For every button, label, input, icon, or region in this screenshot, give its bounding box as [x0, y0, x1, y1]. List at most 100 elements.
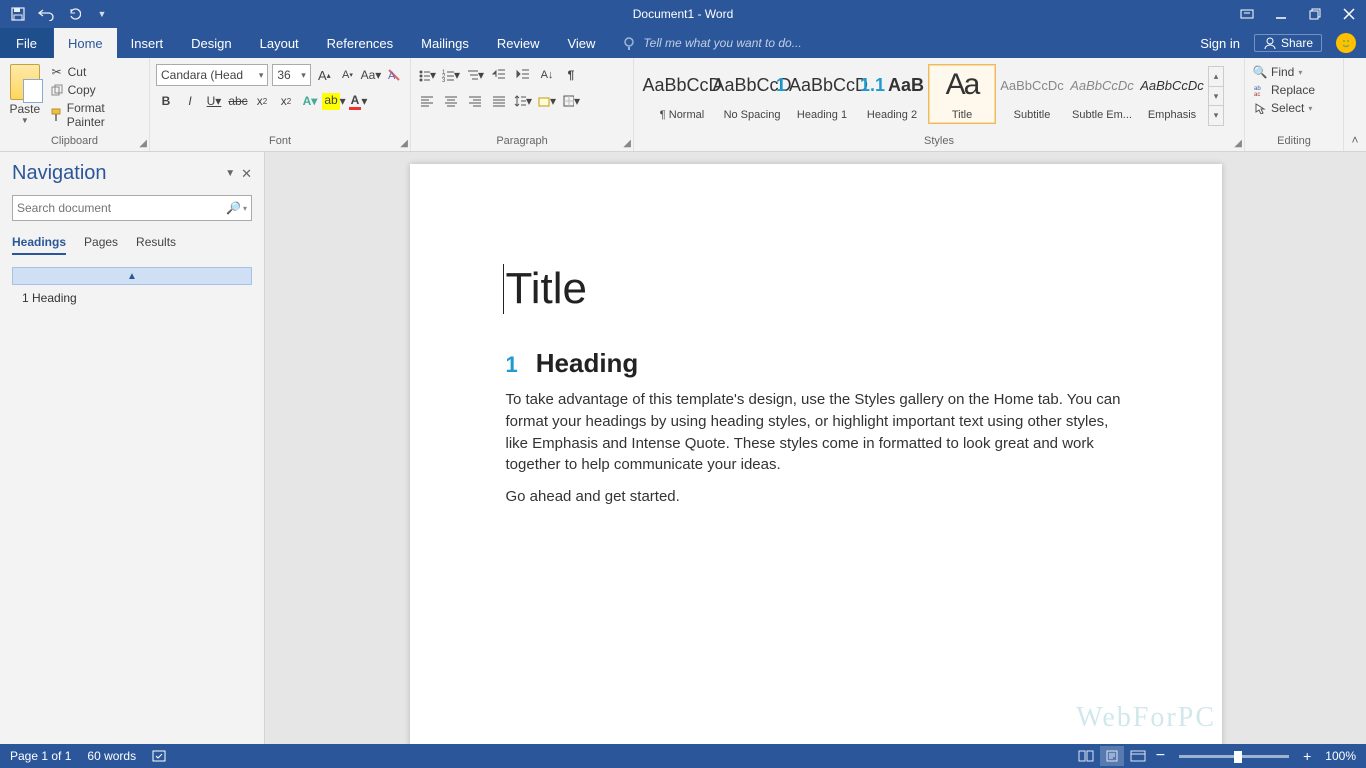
- style-emphasis[interactable]: AaBbCcDcEmphasis: [1138, 64, 1206, 124]
- clear-formatting-icon[interactable]: A: [385, 64, 404, 86]
- read-mode-icon[interactable]: [1074, 746, 1098, 766]
- shading-icon[interactable]: ▾: [537, 90, 557, 112]
- styles-expand-icon[interactable]: ▾: [1209, 106, 1223, 125]
- restore-icon[interactable]: [1298, 0, 1332, 28]
- select-button[interactable]: Select ▾: [1251, 100, 1337, 116]
- ribbon-options-icon[interactable]: [1230, 0, 1264, 28]
- web-layout-icon[interactable]: [1126, 746, 1150, 766]
- nav-search-input[interactable]: [17, 201, 226, 215]
- redo-icon[interactable]: [64, 4, 84, 24]
- tab-mailings[interactable]: Mailings: [407, 28, 483, 58]
- proofing-icon[interactable]: [152, 749, 168, 763]
- copy-button[interactable]: Copy: [48, 82, 143, 98]
- align-left-icon[interactable]: [417, 90, 437, 112]
- numbering-icon[interactable]: 123▾: [441, 64, 461, 86]
- tab-layout[interactable]: Layout: [246, 28, 313, 58]
- tab-references[interactable]: References: [313, 28, 407, 58]
- share-button[interactable]: Share: [1254, 34, 1322, 52]
- subscript-icon[interactable]: x2: [252, 90, 272, 112]
- replace-button[interactable]: abacReplace: [1251, 82, 1337, 98]
- strikethrough-icon[interactable]: abc: [228, 90, 248, 112]
- paste-button[interactable]: Paste ▼: [6, 62, 44, 130]
- tab-home[interactable]: Home: [54, 28, 117, 58]
- styles-row-up-icon[interactable]: ▴: [1209, 67, 1223, 87]
- increase-indent-icon[interactable]: [513, 64, 533, 86]
- font-dialog-launcher-icon[interactable]: ◢: [400, 138, 408, 149]
- nav-tab-headings[interactable]: Headings: [12, 235, 66, 255]
- search-icon[interactable]: 🔎: [226, 201, 241, 215]
- minimize-icon[interactable]: [1264, 0, 1298, 28]
- justify-icon[interactable]: [489, 90, 509, 112]
- tab-insert[interactable]: Insert: [117, 28, 178, 58]
- show-marks-icon[interactable]: ¶: [561, 64, 581, 86]
- borders-icon[interactable]: ▾: [561, 90, 581, 112]
- cut-button[interactable]: ✂Cut: [48, 64, 143, 80]
- close-icon[interactable]: [1332, 0, 1366, 28]
- zoom-slider[interactable]: [1179, 755, 1289, 758]
- style-title[interactable]: AaTitle: [928, 64, 996, 124]
- decrease-indent-icon[interactable]: [489, 64, 509, 86]
- file-tab[interactable]: File: [0, 28, 54, 58]
- line-spacing-icon[interactable]: ▾: [513, 90, 533, 112]
- align-center-icon[interactable]: [441, 90, 461, 112]
- tab-review[interactable]: Review: [483, 28, 554, 58]
- zoom-out-icon[interactable]: −: [1152, 747, 1169, 765]
- zoom-level[interactable]: 100%: [1325, 749, 1356, 763]
- style-heading-2[interactable]: 1.1AaBHeading 2: [858, 64, 926, 124]
- multilevel-list-icon[interactable]: ▾: [465, 64, 485, 86]
- tab-design[interactable]: Design: [177, 28, 245, 58]
- tell-me-search[interactable]: Tell me what you want to do...: [609, 28, 801, 58]
- style--normal[interactable]: AaBbCcD¶ Normal: [648, 64, 716, 124]
- style-subtle-em-[interactable]: AaBbCcDcSubtle Em...: [1068, 64, 1136, 124]
- underline-icon[interactable]: U▾: [204, 90, 224, 112]
- heading-number[interactable]: 1: [506, 352, 518, 378]
- bullets-icon[interactable]: ▾: [417, 64, 437, 86]
- sign-in-link[interactable]: Sign in: [1200, 36, 1240, 51]
- doc-title-text[interactable]: Title: [503, 264, 1126, 314]
- style-subtitle[interactable]: AaBbCcDcSubtitle: [998, 64, 1066, 124]
- text-effects-icon[interactable]: A▾: [300, 90, 320, 112]
- body-paragraph-2[interactable]: Go ahead and get started.: [506, 486, 1126, 508]
- bold-icon[interactable]: B: [156, 90, 176, 112]
- grow-font-icon[interactable]: A▴: [315, 64, 334, 86]
- save-icon[interactable]: [8, 4, 28, 24]
- undo-icon[interactable]: [36, 4, 56, 24]
- nav-tab-pages[interactable]: Pages: [84, 235, 118, 255]
- heading-text[interactable]: Heading: [536, 348, 639, 379]
- print-layout-icon[interactable]: [1100, 746, 1124, 766]
- body-paragraph-1[interactable]: To take advantage of this template's des…: [506, 389, 1126, 476]
- collapse-ribbon-icon[interactable]: ˄: [1344, 58, 1366, 151]
- search-dropdown-icon[interactable]: ▾: [243, 204, 247, 213]
- nav-collapse-all-icon[interactable]: ▲: [12, 267, 252, 285]
- style-heading-1[interactable]: 1AaBbCcDHeading 1: [788, 64, 856, 124]
- styles-row-down-icon[interactable]: ▾: [1209, 87, 1223, 107]
- font-size-combo[interactable]: 36▾: [272, 64, 310, 86]
- nav-tab-results[interactable]: Results: [136, 235, 176, 255]
- nav-pane-dropdown-icon[interactable]: ▼: [225, 168, 235, 179]
- highlight-icon[interactable]: ab▾: [324, 90, 344, 112]
- font-color-icon[interactable]: A▾: [348, 90, 368, 112]
- feedback-smiley-icon[interactable]: [1336, 33, 1356, 53]
- qat-customize-icon[interactable]: ▼: [92, 4, 112, 24]
- page[interactable]: Title 1 Heading To take advantage of thi…: [410, 164, 1222, 744]
- font-name-combo[interactable]: Candara (Head▾: [156, 64, 268, 86]
- italic-icon[interactable]: I: [180, 90, 200, 112]
- format-painter-button[interactable]: Format Painter: [48, 100, 143, 130]
- nav-pane-close-icon[interactable]: ✕: [241, 166, 252, 182]
- paragraph-dialog-launcher-icon[interactable]: ◢: [623, 138, 631, 149]
- find-button[interactable]: 🔍Find ▾: [1251, 64, 1337, 80]
- superscript-icon[interactable]: x2: [276, 90, 296, 112]
- document-area[interactable]: Title 1 Heading To take advantage of thi…: [265, 152, 1366, 744]
- word-count[interactable]: 60 words: [87, 749, 136, 763]
- align-right-icon[interactable]: [465, 90, 485, 112]
- sort-icon[interactable]: A↓: [537, 64, 557, 86]
- styles-dialog-launcher-icon[interactable]: ◢: [1234, 138, 1242, 149]
- tab-view[interactable]: View: [553, 28, 609, 58]
- page-count[interactable]: Page 1 of 1: [10, 749, 71, 763]
- change-case-icon[interactable]: Aa▾: [361, 64, 381, 86]
- nav-search-box[interactable]: 🔎 ▾: [12, 195, 252, 221]
- zoom-in-icon[interactable]: +: [1299, 748, 1315, 764]
- nav-heading-item[interactable]: 1 Heading: [12, 287, 252, 309]
- shrink-font-icon[interactable]: A▾: [338, 64, 357, 86]
- clipboard-dialog-launcher-icon[interactable]: ◢: [139, 138, 147, 149]
